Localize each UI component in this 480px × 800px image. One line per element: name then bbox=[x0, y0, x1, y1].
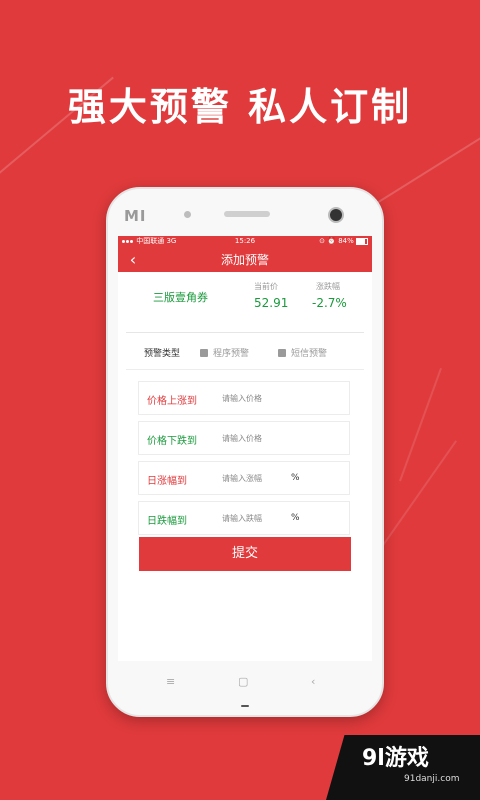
checkbox-icon bbox=[278, 348, 286, 357]
watermark-url: 91danji.com bbox=[404, 774, 460, 784]
battery-text: 84% bbox=[338, 237, 354, 245]
title-bar: ‹ 添加预警 bbox=[118, 247, 372, 272]
percent-unit: % bbox=[291, 513, 300, 523]
daily-rise-field[interactable]: 日涨幅到 请输入涨幅 % bbox=[138, 461, 350, 495]
field-label: 价格上涨到 bbox=[147, 396, 197, 407]
front-camera bbox=[184, 211, 191, 218]
security-name: 三版壹角券 bbox=[153, 291, 208, 304]
checkbox-icon bbox=[200, 348, 208, 357]
menu-icon[interactable]: ≡ bbox=[166, 675, 175, 688]
status-bar: 中国联通 3G 15:26 ⊙ ⏰ 84% bbox=[118, 236, 372, 247]
camera-icon bbox=[328, 207, 344, 223]
speaker-grille bbox=[224, 211, 270, 217]
price-up-field[interactable]: 价格上涨到 请输入价格 bbox=[138, 381, 350, 415]
price-value: 52.91 bbox=[254, 296, 289, 310]
back-icon[interactable]: ‹ bbox=[311, 675, 315, 688]
field-placeholder[interactable]: 请输入价格 bbox=[222, 393, 262, 404]
field-label: 日跌幅到 bbox=[147, 516, 187, 527]
daily-fall-field[interactable]: 日跌幅到 请输入跌幅 % bbox=[138, 501, 350, 535]
home-icon[interactable]: ▢ bbox=[238, 675, 248, 688]
percent-unit: % bbox=[291, 473, 300, 483]
change-value: -2.7% bbox=[312, 296, 347, 310]
program-alert-checkbox[interactable]: 程序预警 bbox=[200, 346, 249, 359]
price-down-field[interactable]: 价格下跌到 请输入价格 bbox=[138, 421, 350, 455]
submit-button[interactable]: 提交 bbox=[139, 537, 351, 571]
checkbox-label: 程序预警 bbox=[213, 349, 250, 359]
page-title: 添加预警 bbox=[220, 253, 269, 267]
battery-icon bbox=[356, 237, 368, 245]
sms-alert-checkbox[interactable]: 短信预警 bbox=[278, 346, 327, 359]
phone-frame: MI 中国联通 3G 15:26 ⊙ ⏰ 84% ‹ 添加预警 三版壹角券 当前… bbox=[106, 187, 384, 717]
alert-form: 价格上涨到 请输入价格 价格下跌到 请输入价格 日涨幅到 请输入涨幅 % 日跌幅… bbox=[138, 381, 350, 541]
field-placeholder[interactable]: 请输入跌幅 bbox=[222, 513, 262, 524]
field-label: 价格下跌到 bbox=[147, 436, 197, 447]
quote-panel: 三版壹角券 当前价 52.91 涨跌幅 -2.7% bbox=[126, 272, 364, 333]
bg-stripe bbox=[399, 367, 442, 482]
price-label: 当前价 bbox=[254, 282, 278, 291]
field-label: 日涨幅到 bbox=[147, 476, 187, 487]
status-right: ⊙ ⏰ 84% bbox=[319, 236, 368, 247]
promo-headline: 强大预警 私人订制 bbox=[67, 85, 413, 129]
alert-type-label: 预警类型 bbox=[144, 349, 181, 359]
change-label: 涨跌幅 bbox=[316, 282, 340, 291]
mi-logo: MI bbox=[124, 207, 147, 225]
checkbox-label: 短信预警 bbox=[291, 349, 328, 359]
app-screen: 中国联通 3G 15:26 ⊙ ⏰ 84% ‹ 添加预警 三版壹角券 当前价 5… bbox=[118, 236, 372, 661]
hardware-nav-keys: ≡ ▢ ‹ bbox=[108, 675, 382, 695]
field-placeholder[interactable]: 请输入涨幅 bbox=[222, 473, 262, 484]
field-placeholder[interactable]: 请输入价格 bbox=[222, 433, 262, 444]
phone-bottom-mark bbox=[241, 705, 249, 707]
status-icons: ⊙ ⏰ bbox=[319, 237, 336, 245]
alert-type-row: 预警类型 程序预警 短信预警 bbox=[126, 333, 364, 370]
watermark-brand: 9l游戏 bbox=[362, 746, 429, 771]
